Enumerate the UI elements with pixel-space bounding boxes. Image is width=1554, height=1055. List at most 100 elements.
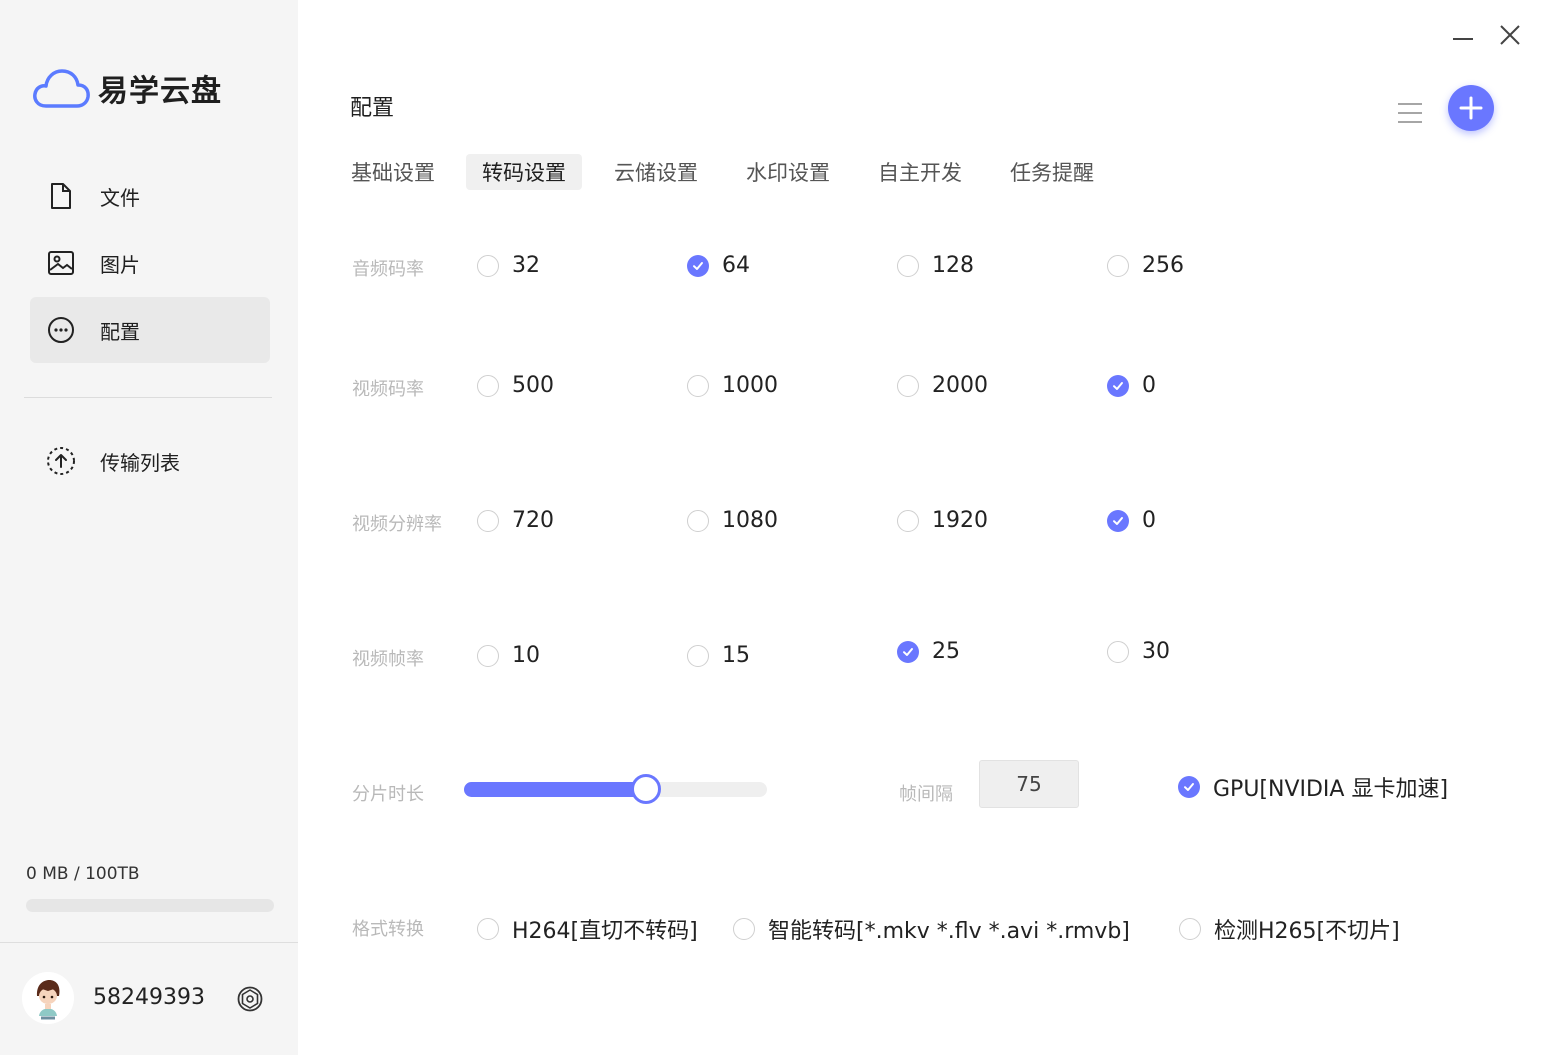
- audio-bitrate-option[interactable]: 64: [687, 253, 750, 278]
- add-button[interactable]: [1448, 85, 1494, 131]
- radio-indicator: [477, 918, 499, 940]
- frame-interval-label: 帧间隔: [899, 784, 953, 805]
- storage-usage-text: 0 MB / 100TB: [26, 864, 140, 884]
- sidebar-footer-divider: [0, 942, 298, 943]
- tab-task-reminder[interactable]: 任务提醒: [994, 154, 1110, 190]
- app-name: 易学云盘: [98, 74, 222, 109]
- video-framerate-label: 视频帧率: [352, 649, 424, 670]
- radio-label: 15: [722, 643, 750, 668]
- checkbox-label: GPU[NVIDIA 显卡加速]: [1213, 777, 1449, 802]
- sidebar-divider: [24, 397, 272, 398]
- radio-label: 500: [512, 373, 554, 398]
- radio-indicator: [477, 374, 499, 397]
- radio-label: 256: [1142, 253, 1184, 278]
- gpu-acceleration-checkbox[interactable]: GPU[NVIDIA 显卡加速]: [1178, 771, 1448, 803]
- sidebar-item-images[interactable]: 图片: [30, 230, 270, 296]
- format-conversion-option[interactable]: 智能转码[*.mkv *.flv *.avi *.rmvb]: [733, 913, 1130, 945]
- video-framerate-option[interactable]: 15: [687, 643, 750, 668]
- video-framerate-option[interactable]: 25: [897, 639, 960, 664]
- radio-label: 1920: [932, 508, 988, 533]
- audio-bitrate-option[interactable]: 32: [477, 253, 540, 278]
- format-conversion-label: 格式转换: [352, 919, 424, 940]
- app-logo: 易学云盘: [32, 66, 222, 110]
- radio-label: 1000: [722, 373, 778, 398]
- radio-indicator: [687, 509, 709, 532]
- audio-bitrate-label: 音频码率: [352, 259, 424, 280]
- video-framerate-option[interactable]: 30: [1107, 639, 1170, 664]
- radio-label: 2000: [932, 373, 988, 398]
- sidebar-item-files[interactable]: 文件: [30, 163, 270, 229]
- tab-transcode-settings[interactable]: 转码设置: [466, 154, 582, 190]
- video-framerate-option[interactable]: 10: [477, 643, 540, 668]
- radio-indicator: [1107, 509, 1129, 532]
- avatar[interactable]: [22, 972, 74, 1024]
- radio-indicator: [897, 509, 919, 532]
- radio-indicator: [1107, 374, 1129, 397]
- segment-duration-label: 分片时长: [352, 784, 424, 805]
- sidebar-item-label: 传输列表: [100, 450, 180, 475]
- radio-indicator: [477, 509, 499, 532]
- video-resolution-option[interactable]: 720: [477, 508, 554, 533]
- sidebar-item-label: 图片: [100, 252, 140, 277]
- radio-indicator: [1107, 254, 1129, 277]
- upload-icon: [46, 446, 76, 476]
- tab-cloud-storage-settings[interactable]: 云储设置: [598, 154, 714, 190]
- radio-indicator: [1107, 640, 1129, 663]
- sidebar-item-config[interactable]: 配置: [30, 297, 270, 363]
- radio-indicator: [897, 374, 919, 397]
- sidebar-item-label: 文件: [100, 185, 140, 210]
- sidebar: 易学云盘 文件 图片 配置 传输列表 0 MB / 100TB 58249393: [0, 0, 298, 1055]
- tab-basic-settings[interactable]: 基础设置: [335, 154, 451, 190]
- radio-indicator: [897, 254, 919, 277]
- minimize-icon[interactable]: [1450, 24, 1476, 50]
- checkbox-indicator: [1178, 776, 1200, 798]
- video-bitrate-option[interactable]: 2000: [897, 373, 988, 398]
- radio-label: 10: [512, 643, 540, 668]
- slider-fill: [464, 782, 646, 797]
- video-resolution-option[interactable]: 1920: [897, 508, 988, 533]
- radio-label: 智能转码[*.mkv *.flv *.avi *.rmvb]: [768, 919, 1130, 944]
- video-resolution-option[interactable]: 0: [1107, 508, 1156, 533]
- audio-bitrate-option[interactable]: 128: [897, 253, 974, 278]
- close-icon[interactable]: [1497, 22, 1523, 48]
- video-bitrate-option[interactable]: 500: [477, 373, 554, 398]
- sidebar-item-label: 配置: [100, 319, 140, 344]
- image-icon: [46, 248, 76, 278]
- video-resolution-option[interactable]: 1080: [687, 508, 778, 533]
- radio-label: 0: [1142, 508, 1156, 533]
- radio-label: 32: [512, 253, 540, 278]
- video-resolution-label: 视频分辨率: [352, 514, 442, 535]
- radio-label: 检测H265[不切片]: [1214, 919, 1400, 944]
- storage-progress-bar: [26, 899, 274, 912]
- radio-label: 64: [722, 253, 750, 278]
- gear-icon[interactable]: [236, 985, 264, 1013]
- menu-icon[interactable]: [1396, 100, 1424, 126]
- audio-bitrate-option[interactable]: 256: [1107, 253, 1184, 278]
- slider-handle[interactable]: [630, 774, 661, 804]
- radio-label: 25: [932, 639, 960, 664]
- radio-label: 0: [1142, 373, 1156, 398]
- radio-indicator: [687, 254, 709, 277]
- frame-interval-input[interactable]: [979, 760, 1079, 808]
- sidebar-item-transfer[interactable]: 传输列表: [30, 428, 270, 494]
- radio-label: H264[直切不转码]: [512, 919, 698, 944]
- page-title: 配置: [350, 96, 395, 121]
- radio-indicator: [897, 640, 919, 663]
- video-bitrate-option[interactable]: 1000: [687, 373, 778, 398]
- radio-indicator: [477, 644, 499, 667]
- video-bitrate-label: 视频码率: [352, 379, 424, 400]
- video-bitrate-option[interactable]: 0: [1107, 373, 1156, 398]
- radio-label: 1080: [722, 508, 778, 533]
- radio-indicator: [477, 254, 499, 277]
- radio-label: 30: [1142, 639, 1170, 664]
- plus-icon: [1459, 96, 1483, 120]
- format-conversion-option[interactable]: 检测H265[不切片]: [1179, 913, 1400, 945]
- more-circle-icon: [46, 315, 76, 345]
- tab-watermark-settings[interactable]: 水印设置: [730, 154, 846, 190]
- radio-indicator: [687, 374, 709, 397]
- cloud-icon: [33, 69, 90, 108]
- radio-indicator: [687, 644, 709, 667]
- tab-custom-development[interactable]: 自主开发: [862, 154, 978, 190]
- segment-duration-slider[interactable]: [464, 774, 767, 804]
- format-conversion-option[interactable]: H264[直切不转码]: [477, 913, 698, 945]
